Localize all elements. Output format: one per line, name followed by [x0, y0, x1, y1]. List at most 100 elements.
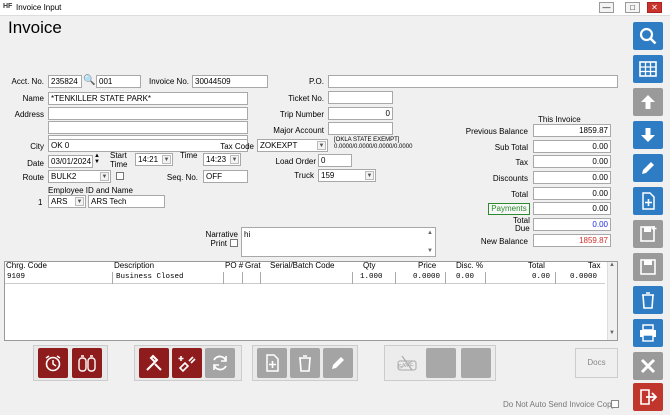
- truck-select[interactable]: 159 ▼: [318, 169, 376, 182]
- scroll-down-icon[interactable]: ▼: [609, 330, 615, 336]
- tax-code-rates: 0.0000/0.0000/0.0000/0.0000: [334, 144, 413, 150]
- col-grat[interactable]: Grat: [245, 261, 261, 270]
- start-time-label-2: Time: [110, 160, 128, 169]
- close-window-button[interactable]: ✕: [647, 2, 662, 13]
- edit-record-button[interactable]: [633, 154, 663, 182]
- disabled-button-1[interactable]: [426, 348, 456, 378]
- col-chrg-code[interactable]: Chrg. Code: [6, 261, 47, 270]
- col-description[interactable]: Description: [114, 261, 154, 270]
- col-serial[interactable]: Serial/Batch Code: [270, 261, 334, 270]
- trip-number-field[interactable]: 0: [328, 107, 393, 120]
- grid-view-button[interactable]: [633, 55, 663, 83]
- invoice-no-field[interactable]: 30044509: [192, 75, 268, 88]
- discounts-value[interactable]: 0.00: [533, 171, 611, 184]
- narrative-label: Narrative: [205, 230, 238, 239]
- tools-icon: [146, 354, 162, 371]
- save-add-button[interactable]: [633, 220, 663, 248]
- add-record-button[interactable]: [633, 187, 663, 215]
- refresh-button[interactable]: [205, 348, 235, 378]
- cell-disc: 0.00: [456, 273, 475, 281]
- search-button[interactable]: [633, 22, 663, 50]
- print-icon: [640, 324, 656, 342]
- cell-tax: 0.0000: [570, 273, 598, 281]
- narrative-scroll-down-icon[interactable]: ▼: [427, 248, 433, 254]
- name-field[interactable]: *TENKILLER STATE PARK*: [48, 92, 248, 105]
- truck-value: 159: [321, 171, 335, 180]
- start-time-value: 14:21: [138, 155, 159, 164]
- pencil-icon: [332, 357, 344, 369]
- date-spinner-icon[interactable]: ▲ ▼: [94, 153, 100, 165]
- chevron-down-icon: ▼: [317, 141, 326, 150]
- cancel-button[interactable]: [633, 352, 663, 380]
- acct-no-field[interactable]: 235824: [48, 75, 82, 88]
- minimize-button[interactable]: —: [599, 2, 614, 13]
- acct-sub-field[interactable]: 001: [96, 75, 141, 88]
- edit-button[interactable]: [323, 348, 353, 378]
- narrative-print-checkbox[interactable]: [230, 239, 238, 247]
- exit-icon: [640, 389, 658, 405]
- col-total[interactable]: Total: [528, 261, 545, 270]
- table-row[interactable]: 9109 Business Closed 1.000 0.0000 0.00 0…: [5, 272, 605, 284]
- exit-button[interactable]: [633, 383, 663, 411]
- tax-code-select[interactable]: ZOKEXPT ▼: [257, 139, 328, 152]
- employee-name-field[interactable]: ARS Tech: [88, 195, 165, 208]
- col-disc[interactable]: Disc. %: [456, 261, 483, 270]
- maximize-button[interactable]: □: [625, 2, 640, 13]
- address-line1-field[interactable]: [48, 107, 248, 120]
- move-down-button[interactable]: [633, 121, 663, 149]
- alarm-clock-icon: [45, 355, 61, 372]
- save-stamp-button[interactable]: SAVE: [391, 348, 421, 378]
- route-checkbox[interactable]: [116, 172, 124, 180]
- tanks-button[interactable]: [72, 348, 102, 378]
- employee-id-select[interactable]: ARS ▼: [48, 195, 86, 208]
- recycle-icon: [642, 292, 654, 309]
- grid-scrollbar[interactable]: ▲ ▼: [607, 262, 617, 340]
- print-label: Print: [210, 239, 227, 248]
- app-logo-icon: HF: [3, 3, 13, 10]
- start-time-select[interactable]: 14:21 ▼: [135, 153, 173, 166]
- major-account-field[interactable]: [328, 122, 393, 135]
- delete-button[interactable]: [633, 286, 663, 314]
- add-plug-button[interactable]: [172, 348, 202, 378]
- previous-balance-value: 1859.87: [533, 124, 611, 137]
- recycle-button[interactable]: [290, 348, 320, 378]
- col-price[interactable]: Price: [418, 261, 436, 270]
- auto-send-checkbox[interactable]: [611, 400, 619, 408]
- save-icon: [640, 259, 656, 275]
- narrative-scroll-up-icon[interactable]: ▲: [427, 230, 433, 236]
- load-order-field[interactable]: 0: [318, 154, 352, 167]
- tax-label: Tax: [515, 158, 528, 167]
- address-line2-field[interactable]: [48, 121, 248, 134]
- col-tax[interactable]: Tax: [588, 261, 600, 270]
- narrative-textarea[interactable]: hi: [241, 227, 436, 257]
- ticket-no-label: Ticket No.: [288, 94, 324, 103]
- service-tools-button[interactable]: [139, 348, 169, 378]
- time-select[interactable]: 14:23 ▼: [203, 153, 241, 166]
- docs-button[interactable]: Docs: [575, 348, 618, 378]
- date-field[interactable]: 03/01/2024: [48, 155, 93, 168]
- tax-code-label: Tax Code: [220, 142, 254, 151]
- ticket-no-field[interactable]: [328, 91, 393, 104]
- col-po[interactable]: PO #: [225, 261, 243, 270]
- payments-button[interactable]: Payments: [488, 203, 530, 215]
- alarm-clock-button[interactable]: [38, 348, 68, 378]
- acct-no-label: Acct. No.: [11, 77, 44, 86]
- scroll-up-icon[interactable]: ▲: [609, 262, 615, 268]
- add-document-button[interactable]: [257, 348, 287, 378]
- date-label: Date: [27, 159, 44, 168]
- move-up-button[interactable]: [633, 88, 663, 116]
- route-select[interactable]: BULK2 ▼: [48, 170, 111, 183]
- binoculars-icon[interactable]: 🔍: [83, 75, 95, 86]
- pencil-icon: [642, 162, 654, 174]
- tax-code-description: [OKLA STATE EXEMPT]: [334, 137, 400, 143]
- tax-code-value: ZOKEXPT: [260, 141, 298, 150]
- seq-no-field[interactable]: OFF: [203, 170, 248, 183]
- new-balance-value: 1859.87: [533, 234, 611, 247]
- print-button[interactable]: [633, 319, 663, 347]
- disabled-button-2[interactable]: [461, 348, 491, 378]
- add-document-icon: [266, 354, 279, 372]
- trip-number-label: Trip Number: [279, 110, 324, 119]
- col-qty[interactable]: Qty: [363, 261, 375, 270]
- save-button[interactable]: [633, 253, 663, 281]
- po-field[interactable]: [328, 75, 618, 88]
